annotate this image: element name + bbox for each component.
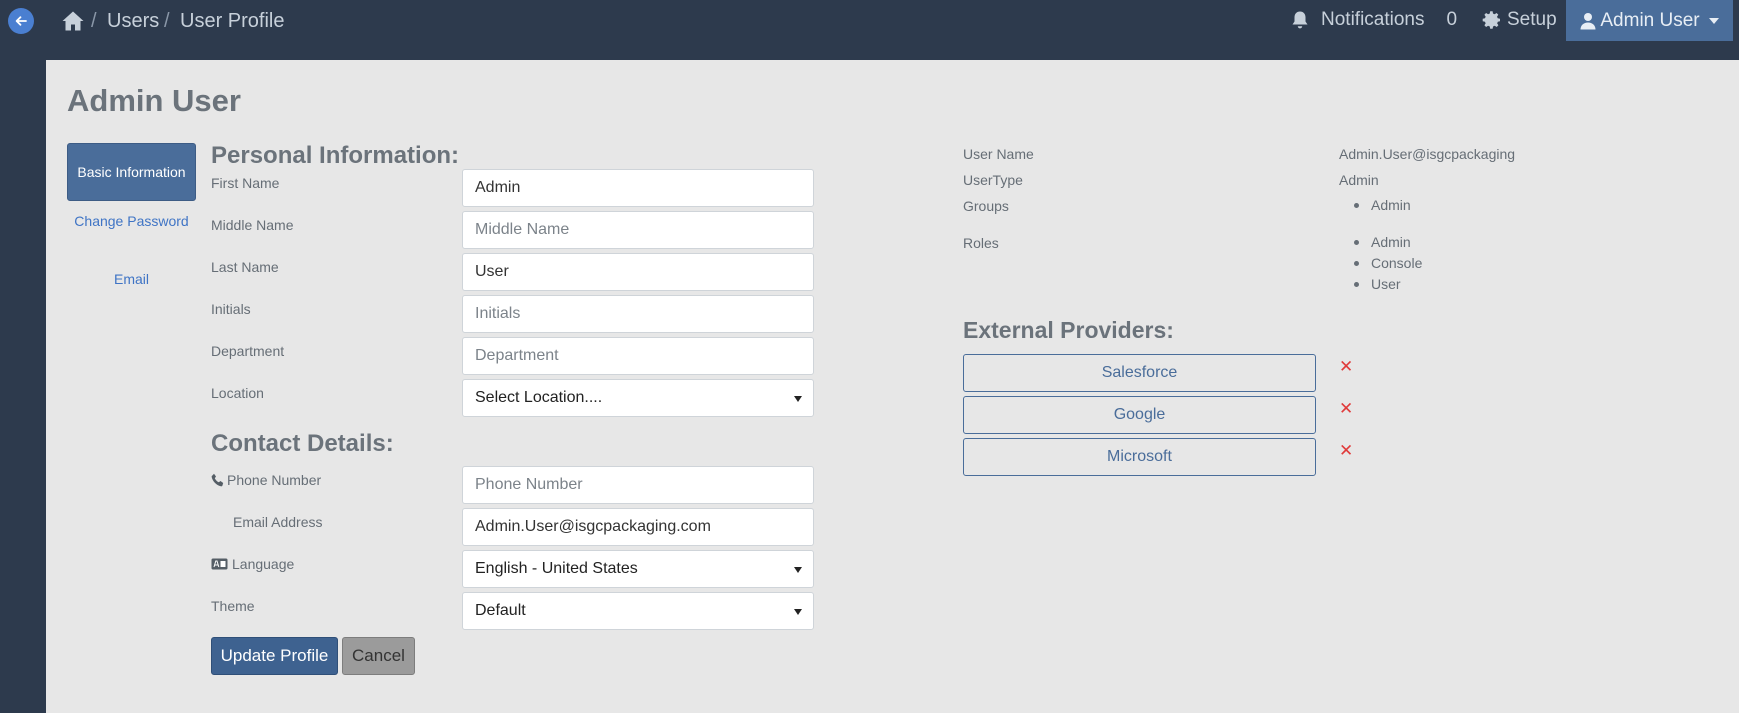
theme-select-value: Default <box>475 602 526 619</box>
main-panel: Admin User Basic Information Change Pass… <box>46 60 1739 713</box>
remove-google-icon[interactable]: ✕ <box>1339 400 1353 417</box>
phone-number-label: Phone Number <box>211 472 321 488</box>
list-item: Console <box>1339 253 1422 274</box>
list-item: Admin <box>1339 195 1411 216</box>
page-title: Admin User <box>67 83 241 118</box>
setup-label: Setup <box>1507 9 1557 30</box>
provider-google-button[interactable]: Google <box>963 396 1316 434</box>
theme-select[interactable]: Default <box>462 592 814 630</box>
notifications-label: Notifications <box>1321 9 1425 30</box>
user-type-label: UserType <box>963 172 1023 188</box>
home-icon[interactable] <box>61 10 85 32</box>
initials-label: Initials <box>211 301 251 317</box>
first-name-label: First Name <box>211 175 280 191</box>
dropdown-caret-icon <box>794 609 802 615</box>
groups-label: Groups <box>963 198 1009 214</box>
remove-microsoft-icon[interactable]: ✕ <box>1339 442 1353 459</box>
language-select[interactable]: English - United States <box>462 550 814 588</box>
department-input[interactable] <box>462 337 814 375</box>
nav-change-password[interactable]: Change Password <box>67 211 196 232</box>
user-name-label: User Name <box>963 146 1034 162</box>
contact-details-heading: Contact Details: <box>211 430 394 457</box>
phone-icon <box>211 473 225 487</box>
notifications-button[interactable]: Notifications 0 <box>1291 8 1457 32</box>
breadcrumb-users[interactable]: Users <box>107 10 159 33</box>
first-name-input[interactable] <box>462 169 814 207</box>
list-item: Admin <box>1339 232 1422 253</box>
phone-number-label-text: Phone Number <box>227 472 322 488</box>
user-type-value: Admin <box>1339 172 1379 188</box>
groups-list: Admin <box>1339 195 1411 216</box>
personal-info-heading: Personal Information: <box>211 142 460 169</box>
language-label-text: Language <box>232 556 295 572</box>
roles-label: Roles <box>963 235 999 251</box>
location-label: Location <box>211 385 264 401</box>
language-label: Language <box>211 556 294 572</box>
location-select[interactable]: Select Location.... <box>462 379 814 417</box>
initials-input[interactable] <box>462 295 814 333</box>
breadcrumb-separator: / <box>164 10 170 32</box>
roles-list: Admin Console User <box>1339 232 1422 295</box>
location-select-value: Select Location.... <box>475 389 603 406</box>
last-name-input[interactable] <box>462 253 814 291</box>
middle-name-input[interactable] <box>462 211 814 249</box>
language-select-value: English - United States <box>475 560 638 577</box>
provider-microsoft-button[interactable]: Microsoft <box>963 438 1316 476</box>
chevron-down-icon <box>1708 17 1719 24</box>
dropdown-caret-icon <box>794 396 802 402</box>
provider-salesforce-button[interactable]: Salesforce <box>963 354 1316 392</box>
nav-basic-information[interactable]: Basic Information <box>67 143 196 201</box>
setup-button[interactable]: Setup <box>1482 8 1557 32</box>
user-icon <box>1580 12 1596 30</box>
last-name-label: Last Name <box>211 259 279 275</box>
nav-email[interactable]: Email <box>67 269 196 290</box>
gear-icon <box>1482 10 1502 30</box>
middle-name-label: Middle Name <box>211 217 294 233</box>
external-providers-heading: External Providers: <box>963 317 1174 343</box>
user-name-value: Admin.User@isgcpackaging <box>1339 146 1516 162</box>
email-address-label: Email Address <box>233 514 323 530</box>
language-icon <box>211 558 228 570</box>
phone-number-input[interactable] <box>462 466 814 504</box>
breadcrumb-separator: / <box>91 10 97 32</box>
list-item: User <box>1339 274 1422 295</box>
cancel-button[interactable]: Cancel <box>342 637 415 675</box>
bell-icon <box>1291 10 1309 30</box>
department-label: Department <box>211 343 285 359</box>
back-arrow-icon[interactable] <box>8 8 34 34</box>
theme-label: Theme <box>211 598 255 614</box>
update-profile-button[interactable]: Update Profile <box>211 637 338 675</box>
user-menu-button[interactable]: Admin User <box>1566 0 1733 41</box>
breadcrumb-user-profile[interactable]: User Profile <box>180 10 284 33</box>
email-address-input[interactable] <box>462 508 814 546</box>
dropdown-caret-icon <box>794 567 802 573</box>
notifications-count: 0 <box>1446 9 1458 30</box>
remove-salesforce-icon[interactable]: ✕ <box>1339 358 1353 375</box>
user-menu-label: Admin User <box>1600 9 1700 31</box>
top-navbar: / Users / User Profile Notifications 0 S… <box>0 0 1739 60</box>
